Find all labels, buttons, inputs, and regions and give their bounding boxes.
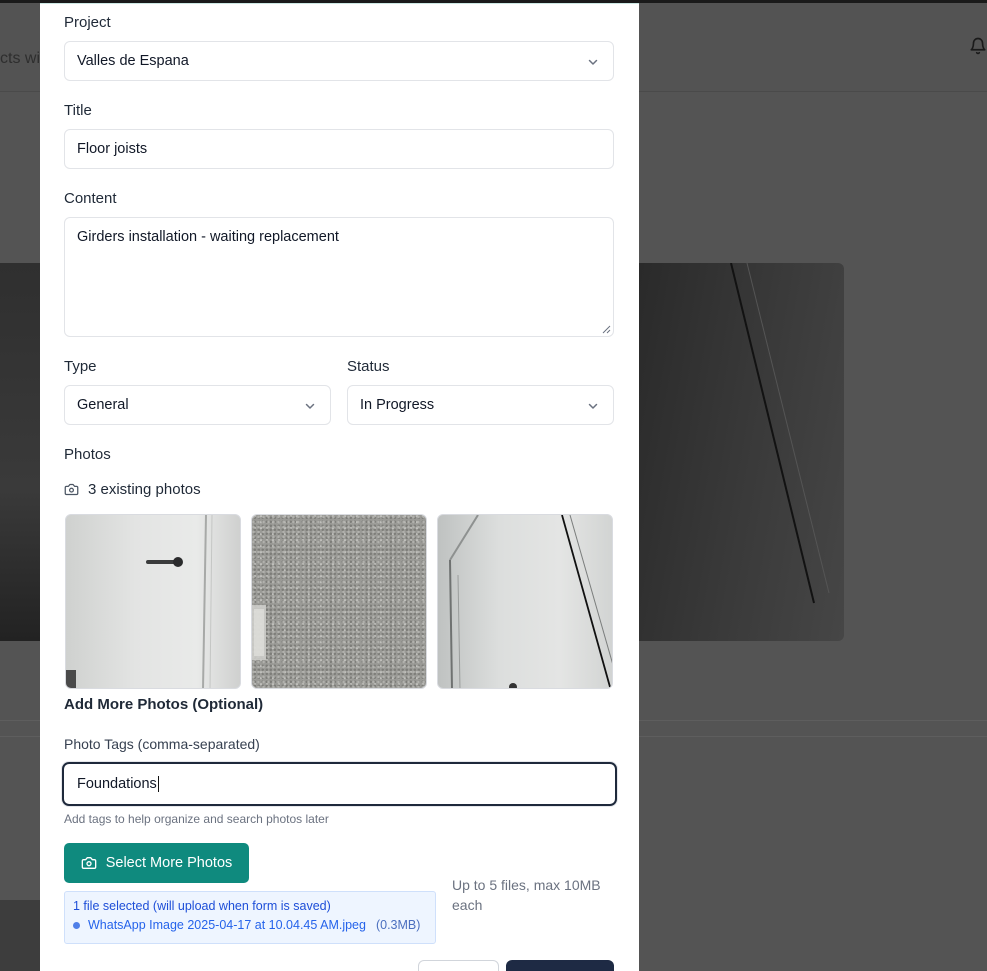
resize-handle-icon[interactable]	[602, 325, 611, 334]
content-label: Content	[64, 190, 117, 207]
type-select[interactable]: General	[64, 385, 331, 425]
wall-texture-photo	[252, 605, 266, 660]
project-label: Project	[64, 14, 111, 31]
camera-icon	[64, 483, 79, 496]
camera-icon	[81, 857, 97, 869]
add-more-photos-label: Add More Photos (Optional)	[64, 696, 264, 713]
status-label: Status	[347, 358, 390, 375]
existing-photo-thumbnail[interactable]	[65, 514, 241, 689]
background-photo	[0, 263, 40, 641]
background-photo	[639, 263, 844, 641]
bullet-dot-icon	[73, 921, 80, 929]
photo-tags-input[interactable]: Foundations	[62, 762, 617, 806]
selected-files-box: 1 file selected (will upload when form i…	[64, 891, 436, 944]
upload-limit-text: Up to 5 files, max 10MB each	[452, 877, 601, 913]
photo-tags-hint: Add tags to help organize and search pho…	[64, 812, 329, 826]
title-input[interactable]: Floor joists	[64, 129, 614, 169]
selected-file-name: WhatsApp Image 2025-04-17 at 10.04.45 AM…	[88, 918, 366, 932]
photo-tags-value: Foundations	[77, 776, 157, 792]
title-value: Floor joists	[77, 141, 148, 157]
existing-photos-count: 3 existing photos	[64, 481, 201, 498]
selected-file-item: WhatsApp Image 2025-04-17 at 10.04.45 AM…	[73, 918, 427, 932]
selected-file-size: (0.3MB)	[375, 918, 421, 932]
save-button[interactable]	[506, 960, 614, 971]
door-photo	[66, 515, 213, 688]
chevron-down-icon	[588, 59, 598, 65]
photos-label: Photos	[64, 446, 111, 463]
existing-photos-text: 3 existing photos	[88, 481, 201, 498]
content-value: Girders installation - waiting replaceme…	[77, 229, 339, 245]
edit-update-modal: Project Valles de Espana Title Floor joi…	[40, 3, 639, 971]
doorframe-photo	[449, 515, 612, 688]
type-value: General	[77, 397, 129, 413]
chevron-down-icon	[305, 403, 315, 409]
background-panel	[0, 900, 40, 971]
project-select[interactable]: Valles de Espana	[64, 41, 614, 81]
select-more-photos-label: Select More Photos	[105, 855, 233, 871]
background-photo-lines	[730, 263, 830, 604]
status-select[interactable]: In Progress	[347, 385, 614, 425]
selected-files-title: 1 file selected (will upload when form i…	[73, 899, 331, 913]
type-label: Type	[64, 358, 97, 375]
text-caret	[157, 776, 159, 792]
project-value: Valles de Espana	[77, 53, 189, 69]
cancel-button[interactable]	[418, 960, 499, 971]
existing-photo-thumbnail[interactable]	[251, 514, 427, 689]
select-more-photos-button[interactable]: Select More Photos	[64, 843, 249, 883]
existing-photo-thumbnail[interactable]	[437, 514, 613, 689]
title-label: Title	[64, 102, 92, 119]
bell-icon[interactable]	[969, 37, 987, 55]
status-value: In Progress	[360, 397, 435, 413]
content-textarea[interactable]: Girders installation - waiting replaceme…	[64, 217, 614, 337]
photo-tags-label: Photo Tags (comma-separated)	[64, 736, 260, 752]
chevron-down-icon	[588, 403, 598, 409]
